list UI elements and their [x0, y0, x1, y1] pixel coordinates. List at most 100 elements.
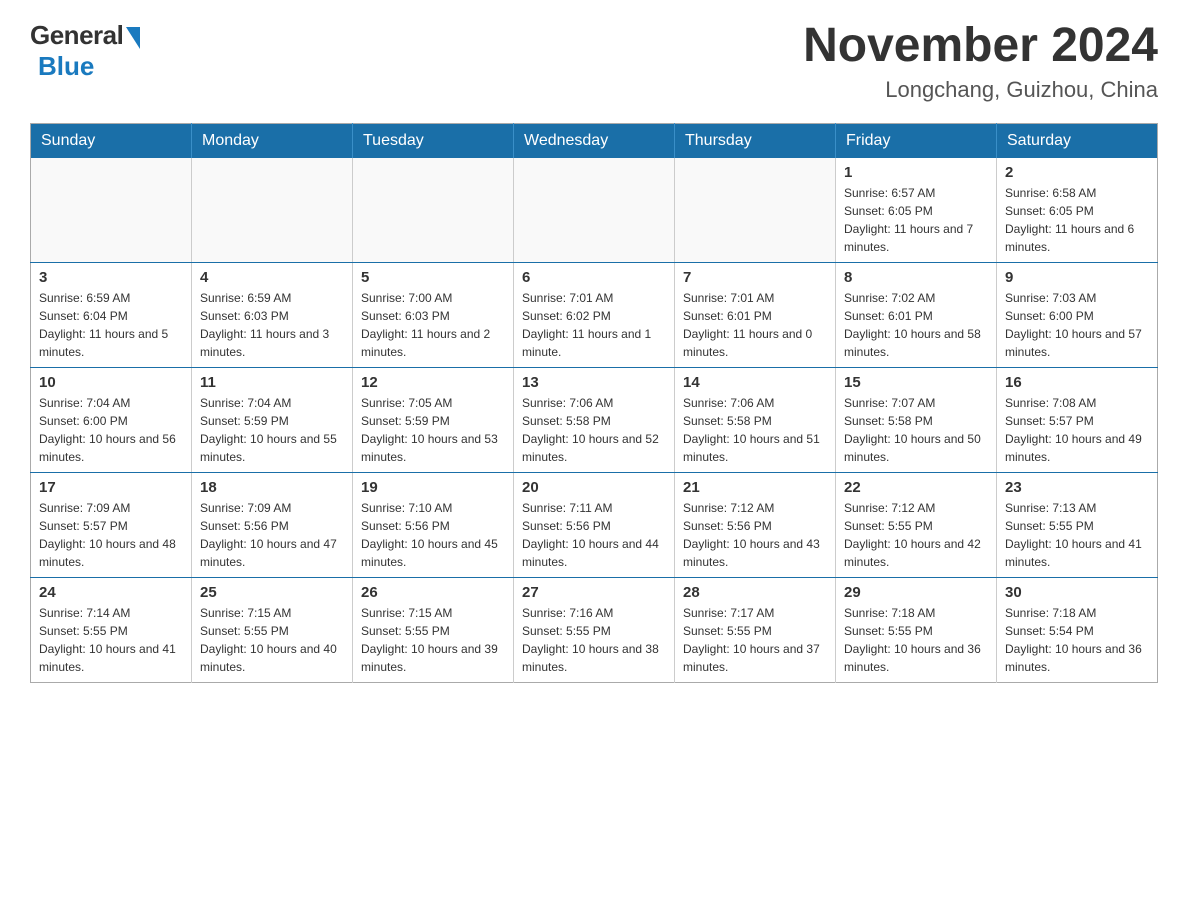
- day-info: Sunrise: 7:08 AM Sunset: 5:57 PM Dayligh…: [1005, 394, 1149, 466]
- day-number: 15: [844, 374, 988, 391]
- calendar-day-cell: 22 Sunrise: 7:12 AM Sunset: 5:55 PM Dayli…: [836, 472, 997, 577]
- month-title: November 2024: [803, 20, 1158, 73]
- day-number: 30: [1005, 584, 1149, 601]
- day-info: Sunrise: 7:14 AM Sunset: 5:55 PM Dayligh…: [39, 604, 183, 676]
- calendar-day-cell: 13 Sunrise: 7:06 AM Sunset: 5:58 PM Dayli…: [514, 367, 675, 472]
- calendar-day-cell: 30 Sunrise: 7:18 AM Sunset: 5:54 PM Dayli…: [997, 577, 1158, 682]
- day-info: Sunrise: 6:59 AM Sunset: 6:03 PM Dayligh…: [200, 289, 344, 361]
- calendar-week-row: 10 Sunrise: 7:04 AM Sunset: 6:00 PM Dayli…: [31, 367, 1158, 472]
- day-info: Sunrise: 7:06 AM Sunset: 5:58 PM Dayligh…: [522, 394, 666, 466]
- day-number: 29: [844, 584, 988, 601]
- calendar-day-cell: 24 Sunrise: 7:14 AM Sunset: 5:55 PM Dayli…: [31, 577, 192, 682]
- calendar-day-cell: 2Sunrise: 6:58 AM Sunset: 6:05 PM Daylig…: [997, 158, 1158, 263]
- day-info: Sunrise: 7:10 AM Sunset: 5:56 PM Dayligh…: [361, 499, 505, 571]
- calendar-day-cell: 19 Sunrise: 7:10 AM Sunset: 5:56 PM Dayli…: [353, 472, 514, 577]
- day-number: 27: [522, 584, 666, 601]
- day-number: 17: [39, 479, 183, 496]
- day-info: Sunrise: 7:17 AM Sunset: 5:55 PM Dayligh…: [683, 604, 827, 676]
- day-number: 7: [683, 269, 827, 286]
- day-info: Sunrise: 7:16 AM Sunset: 5:55 PM Dayligh…: [522, 604, 666, 676]
- calendar-day-cell: 14 Sunrise: 7:06 AM Sunset: 5:58 PM Dayli…: [675, 367, 836, 472]
- day-info: Sunrise: 7:06 AM Sunset: 5:58 PM Dayligh…: [683, 394, 827, 466]
- calendar-week-row: 17 Sunrise: 7:09 AM Sunset: 5:57 PM Dayli…: [31, 472, 1158, 577]
- day-number: 24: [39, 584, 183, 601]
- day-number: 14: [683, 374, 827, 391]
- day-of-week-header: Friday: [836, 123, 997, 158]
- calendar-day-cell: 4 Sunrise: 6:59 AM Sunset: 6:03 PM Daylig…: [192, 262, 353, 367]
- logo-general-text: General: [30, 20, 123, 51]
- day-info: Sunrise: 6:59 AM Sunset: 6:04 PM Dayligh…: [39, 289, 183, 361]
- day-info: Sunrise: 7:01 AM Sunset: 6:01 PM Dayligh…: [683, 289, 827, 361]
- day-info: Sunrise: 7:12 AM Sunset: 5:56 PM Dayligh…: [683, 499, 827, 571]
- calendar-day-cell: [31, 158, 192, 263]
- day-info: Sunrise: 7:11 AM Sunset: 5:56 PM Dayligh…: [522, 499, 666, 571]
- day-info: Sunrise: 7:03 AM Sunset: 6:00 PM Dayligh…: [1005, 289, 1149, 361]
- day-number: 10: [39, 374, 183, 391]
- calendar-day-cell: 9 Sunrise: 7:03 AM Sunset: 6:00 PM Daylig…: [997, 262, 1158, 367]
- day-number: 22: [844, 479, 988, 496]
- calendar-day-cell: [192, 158, 353, 263]
- day-info: Sunrise: 7:05 AM Sunset: 5:59 PM Dayligh…: [361, 394, 505, 466]
- calendar-day-cell: 15 Sunrise: 7:07 AM Sunset: 5:58 PM Dayli…: [836, 367, 997, 472]
- calendar-week-row: 24 Sunrise: 7:14 AM Sunset: 5:55 PM Dayli…: [31, 577, 1158, 682]
- day-number: 20: [522, 479, 666, 496]
- day-number: 2: [1005, 164, 1149, 181]
- calendar-day-cell: 29 Sunrise: 7:18 AM Sunset: 5:55 PM Dayli…: [836, 577, 997, 682]
- day-number: 3: [39, 269, 183, 286]
- day-info: Sunrise: 7:04 AM Sunset: 5:59 PM Dayligh…: [200, 394, 344, 466]
- day-number: 12: [361, 374, 505, 391]
- day-info: Sunrise: 7:12 AM Sunset: 5:55 PM Dayligh…: [844, 499, 988, 571]
- day-of-week-header: Wednesday: [514, 123, 675, 158]
- calendar-day-cell: 18 Sunrise: 7:09 AM Sunset: 5:56 PM Dayli…: [192, 472, 353, 577]
- day-number: 26: [361, 584, 505, 601]
- calendar-day-cell: [514, 158, 675, 263]
- calendar-header-row: SundayMondayTuesdayWednesdayThursdayFrid…: [31, 123, 1158, 158]
- day-of-week-header: Saturday: [997, 123, 1158, 158]
- day-of-week-header: Tuesday: [353, 123, 514, 158]
- calendar-day-cell: 6 Sunrise: 7:01 AM Sunset: 6:02 PM Daylig…: [514, 262, 675, 367]
- title-block: November 2024 Longchang, Guizhou, China: [803, 20, 1158, 103]
- calendar-day-cell: 21 Sunrise: 7:12 AM Sunset: 5:56 PM Dayli…: [675, 472, 836, 577]
- day-number: 1: [844, 164, 988, 181]
- day-of-week-header: Thursday: [675, 123, 836, 158]
- location-text: Longchang, Guizhou, China: [803, 77, 1158, 103]
- day-info: Sunrise: 7:15 AM Sunset: 5:55 PM Dayligh…: [361, 604, 505, 676]
- calendar-day-cell: 10 Sunrise: 7:04 AM Sunset: 6:00 PM Dayli…: [31, 367, 192, 472]
- calendar-day-cell: 8Sunrise: 7:02 AM Sunset: 6:01 PM Daylig…: [836, 262, 997, 367]
- calendar-day-cell: 27 Sunrise: 7:16 AM Sunset: 5:55 PM Dayli…: [514, 577, 675, 682]
- page-header: General Blue November 2024 Longchang, Gu…: [30, 20, 1158, 103]
- day-info: Sunrise: 7:01 AM Sunset: 6:02 PM Dayligh…: [522, 289, 666, 361]
- calendar-day-cell: 23Sunrise: 7:13 AM Sunset: 5:55 PM Dayli…: [997, 472, 1158, 577]
- day-number: 21: [683, 479, 827, 496]
- calendar-table: SundayMondayTuesdayWednesdayThursdayFrid…: [30, 123, 1158, 683]
- logo: General Blue: [30, 20, 140, 82]
- day-info: Sunrise: 7:09 AM Sunset: 5:56 PM Dayligh…: [200, 499, 344, 571]
- day-number: 13: [522, 374, 666, 391]
- day-of-week-header: Monday: [192, 123, 353, 158]
- day-info: Sunrise: 7:18 AM Sunset: 5:55 PM Dayligh…: [844, 604, 988, 676]
- logo-arrow-icon: [126, 27, 140, 49]
- calendar-day-cell: [353, 158, 514, 263]
- calendar-day-cell: 3 Sunrise: 6:59 AM Sunset: 6:04 PM Daylig…: [31, 262, 192, 367]
- day-number: 5: [361, 269, 505, 286]
- calendar-week-row: 1 Sunrise: 6:57 AM Sunset: 6:05 PM Daylig…: [31, 158, 1158, 263]
- day-number: 6: [522, 269, 666, 286]
- day-number: 4: [200, 269, 344, 286]
- calendar-day-cell: 20 Sunrise: 7:11 AM Sunset: 5:56 PM Dayli…: [514, 472, 675, 577]
- day-number: 19: [361, 479, 505, 496]
- calendar-day-cell: 17 Sunrise: 7:09 AM Sunset: 5:57 PM Dayli…: [31, 472, 192, 577]
- day-info: Sunrise: 7:04 AM Sunset: 6:00 PM Dayligh…: [39, 394, 183, 466]
- calendar-week-row: 3 Sunrise: 6:59 AM Sunset: 6:04 PM Daylig…: [31, 262, 1158, 367]
- day-number: 18: [200, 479, 344, 496]
- day-info: Sunrise: 7:07 AM Sunset: 5:58 PM Dayligh…: [844, 394, 988, 466]
- day-info: Sunrise: 7:18 AM Sunset: 5:54 PM Dayligh…: [1005, 604, 1149, 676]
- day-number: 9: [1005, 269, 1149, 286]
- day-info: Sunrise: 6:57 AM Sunset: 6:05 PM Dayligh…: [844, 184, 988, 256]
- day-info: Sunrise: 7:09 AM Sunset: 5:57 PM Dayligh…: [39, 499, 183, 571]
- day-number: 8: [844, 269, 988, 286]
- calendar-day-cell: 1 Sunrise: 6:57 AM Sunset: 6:05 PM Daylig…: [836, 158, 997, 263]
- day-number: 16: [1005, 374, 1149, 391]
- day-info: Sunrise: 7:13 AM Sunset: 5:55 PM Dayligh…: [1005, 499, 1149, 571]
- calendar-day-cell: 12 Sunrise: 7:05 AM Sunset: 5:59 PM Dayli…: [353, 367, 514, 472]
- calendar-day-cell: 16 Sunrise: 7:08 AM Sunset: 5:57 PM Dayli…: [997, 367, 1158, 472]
